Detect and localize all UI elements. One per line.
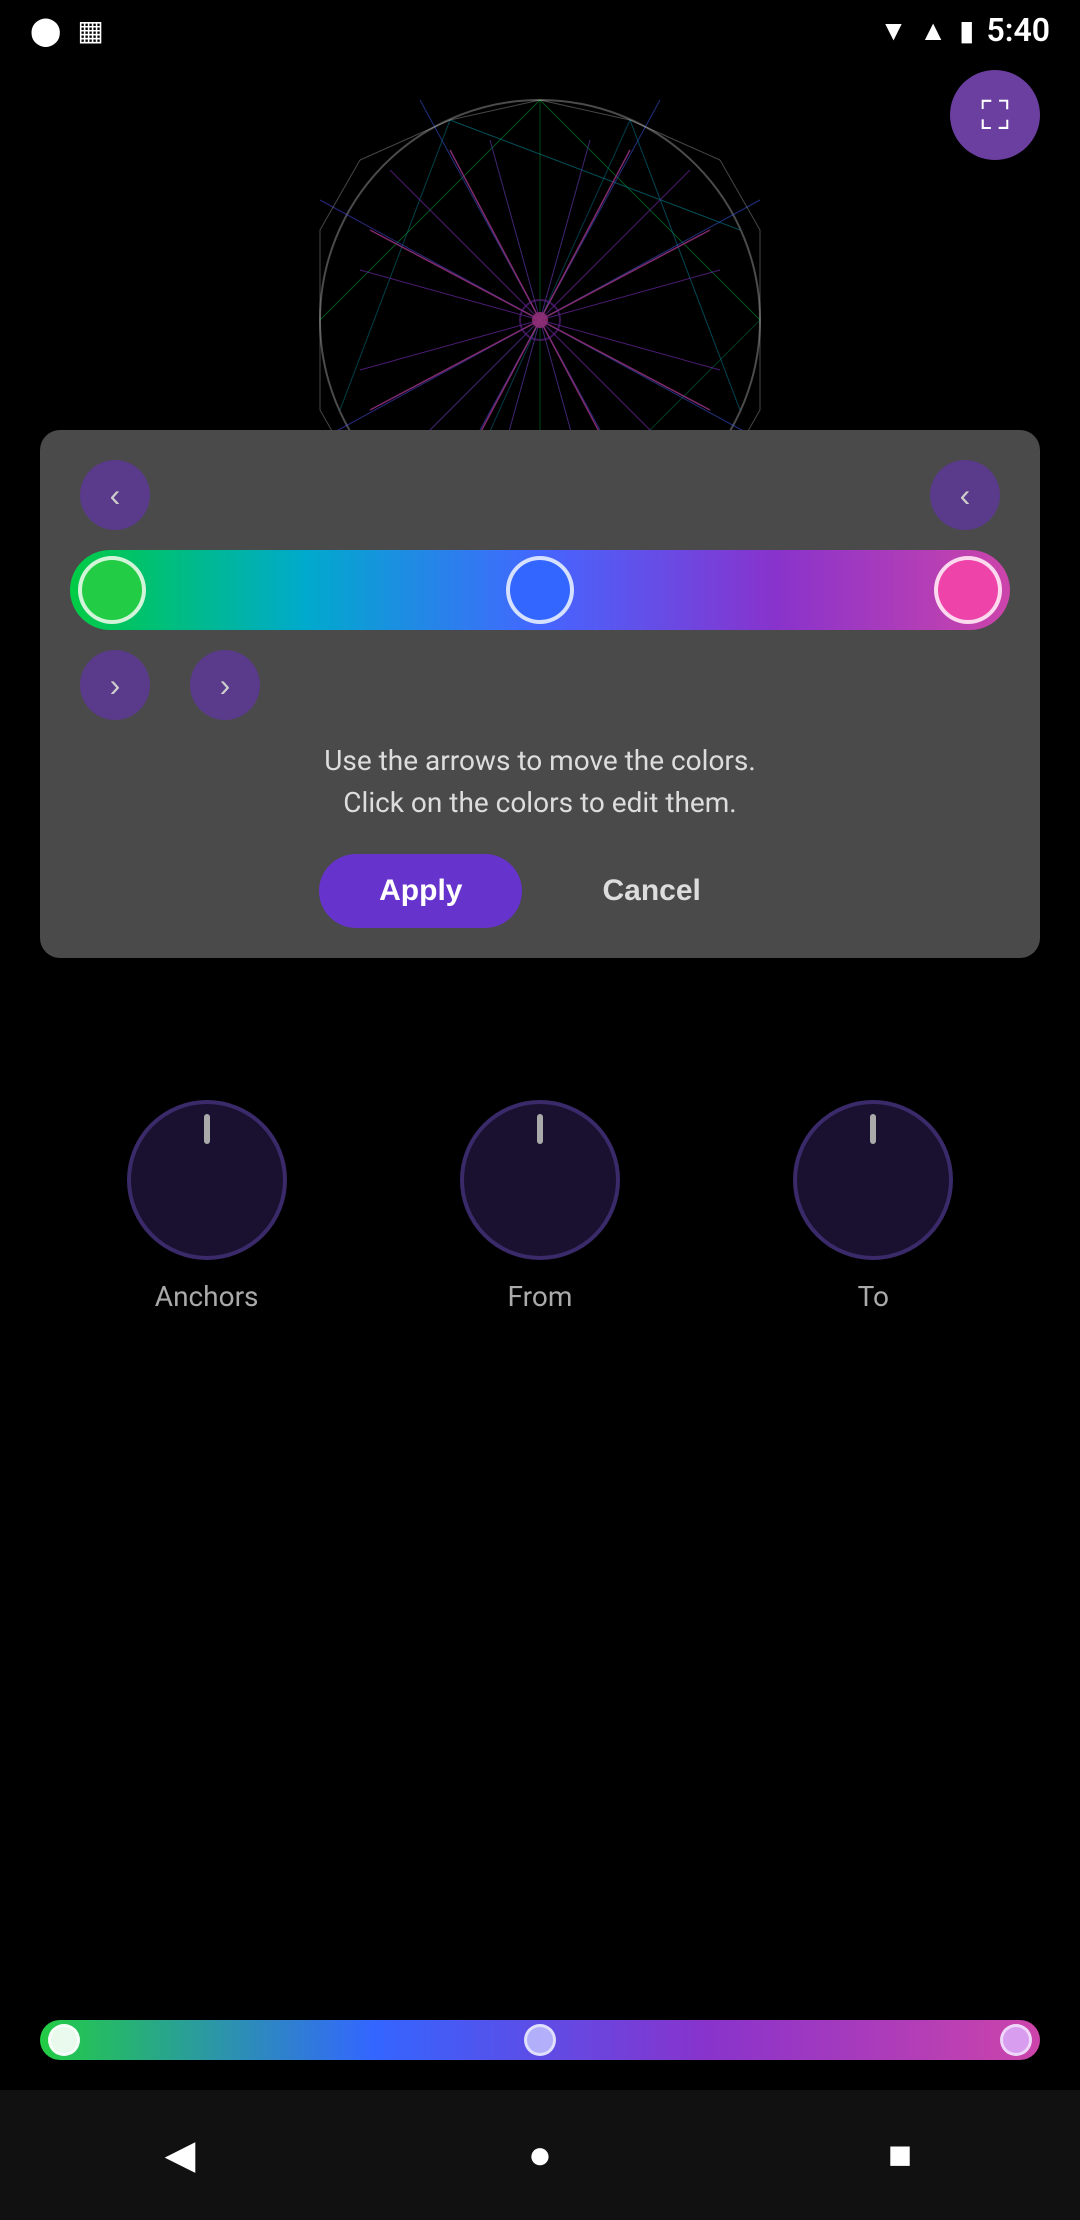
chevron-right-icon-2: › <box>220 667 231 704</box>
green-color-handle[interactable] <box>78 556 146 624</box>
chevron-left-icon: ‹ <box>110 477 121 514</box>
bar-dot-middle[interactable] <box>524 2024 556 2056</box>
chevron-left-icon-2: ‹ <box>960 477 971 514</box>
instruction-line1: Use the arrows to move the colors. <box>324 744 756 777</box>
bottom-color-bar[interactable] <box>40 2020 1040 2060</box>
anchors-knob[interactable] <box>127 1100 287 1260</box>
home-nav-button[interactable]: ● <box>500 2115 580 2195</box>
fullscreen-button[interactable]: ⛶ <box>950 70 1040 160</box>
to-knob-indicator <box>870 1114 876 1144</box>
navigation-bar: ◀ ● ■ <box>0 2090 1080 2220</box>
back-nav-button[interactable]: ◀ <box>140 2115 220 2195</box>
blue-color-handle[interactable] <box>506 556 574 624</box>
nav-back-right-button[interactable]: ‹ <box>930 460 1000 530</box>
battery-icon: ▮ <box>959 14 974 47</box>
move-left-arrow-button[interactable]: › <box>80 650 150 720</box>
from-knob-indicator <box>537 1114 543 1144</box>
color-editor-dialog: ‹ ‹ › › Use the arrows to move the color… <box>40 430 1040 958</box>
move-right-arrow-button[interactable]: › <box>190 650 260 720</box>
sim-icon: ▦ <box>77 14 103 47</box>
instruction-text: Use the arrows to move the colors. Click… <box>70 740 1010 824</box>
time-display: 5:40 <box>986 11 1050 49</box>
from-knob-label: From <box>508 1280 573 1313</box>
bar-dot-right[interactable] <box>1000 2024 1032 2056</box>
nav-back-left-button[interactable]: ‹ <box>80 460 150 530</box>
fullscreen-icon: ⛶ <box>981 92 1009 139</box>
status-bar-left: ⬤ ▦ <box>30 14 104 47</box>
to-knob-container: To <box>793 1100 953 1313</box>
to-knob-label: To <box>858 1280 889 1313</box>
from-knob[interactable] <box>460 1100 620 1260</box>
status-bar-right: ▼ ▲ ▮ 5:40 <box>880 11 1050 49</box>
status-bar: ⬤ ▦ ▼ ▲ ▮ 5:40 <box>0 0 1080 60</box>
from-knob-container: From <box>460 1100 620 1313</box>
to-knob[interactable] <box>793 1100 953 1260</box>
color-gradient-slider[interactable] <box>70 550 1010 630</box>
camera-icon: ⬤ <box>30 14 61 47</box>
anchors-knob-label: Anchors <box>155 1280 259 1313</box>
cancel-button[interactable]: Cancel <box>542 854 760 928</box>
wifi-icon: ▼ <box>880 14 908 47</box>
chevron-right-icon: › <box>110 667 121 704</box>
knobs-area: Anchors From To <box>0 1100 1080 1313</box>
apply-button[interactable]: Apply <box>319 854 522 928</box>
arrow-buttons-row: › › <box>70 650 1010 720</box>
dialog-nav-row: ‹ ‹ <box>70 460 1010 530</box>
dialog-action-buttons: Apply Cancel <box>70 854 1010 928</box>
instruction-line2: Click on the colors to edit them. <box>343 786 736 819</box>
anchors-knob-indicator <box>204 1114 210 1144</box>
recents-nav-button[interactable]: ■ <box>860 2115 940 2195</box>
pink-color-handle[interactable] <box>934 556 1002 624</box>
anchors-knob-container: Anchors <box>127 1100 287 1313</box>
signal-icon: ▲ <box>919 14 947 47</box>
bar-dot-left[interactable] <box>48 2024 80 2056</box>
